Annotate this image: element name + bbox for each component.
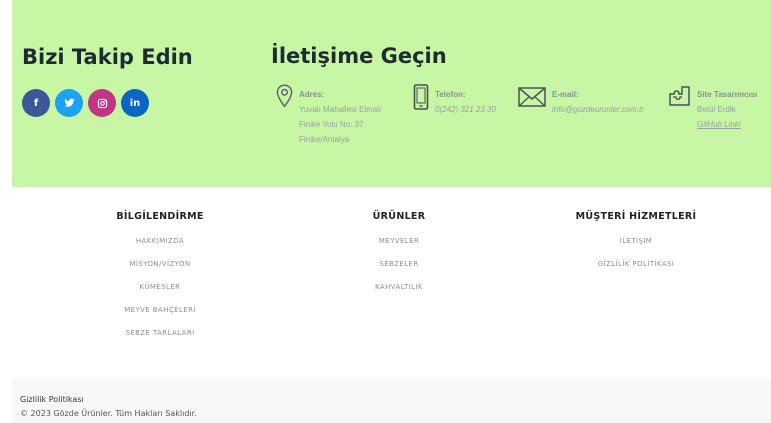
facebook-icon[interactable]: f (22, 89, 50, 117)
address-line: Finike/Antalya (299, 135, 350, 144)
designer-block: Site Tasarımcısı Betül Erdik GitHub Link… (667, 84, 757, 132)
follow-us-title: Bizi Takip Edin (22, 45, 193, 69)
social-links: f in (22, 89, 149, 117)
email-address[interactable]: info@gozdeurunler.com.tr (552, 102, 644, 117)
email-block: E-mail: info@gozdeurunler.com.tr (518, 84, 644, 117)
footer-link[interactable]: SEBZE TARLALARI (105, 328, 215, 351)
phone-block: Telefon: 0(242) 321 23 30 (413, 84, 496, 117)
footer-link[interactable]: MEYVELER (344, 236, 454, 259)
address-block: Adres: Yuvalı Mahallesi Elmalı Finike Yo… (276, 84, 381, 147)
privacy-link[interactable]: Gizlilik Politikası (20, 395, 84, 404)
column-heading: ÜRÜNLER (372, 211, 426, 222)
envelope-icon (518, 87, 546, 117)
twitter-icon[interactable] (55, 89, 83, 117)
designer-label: Site Tasarımcısı (697, 90, 758, 99)
footer-link[interactable]: MEYVE BAHÇELERİ (105, 305, 215, 328)
phone-number[interactable]: 0(242) 321 23 30 (435, 102, 496, 117)
footer-link[interactable]: İLETİŞİM (566, 236, 706, 259)
email-label: E-mail: (552, 90, 579, 99)
linkedin-icon[interactable]: in (121, 89, 149, 117)
footer-link[interactable]: HAKKIMIZDA (105, 236, 215, 259)
puzzle-icon (667, 84, 691, 132)
location-pin-icon (276, 84, 293, 147)
footer-link[interactable]: KÜMESLER (105, 282, 215, 305)
phone-icon (413, 84, 429, 117)
column-heading: BİLGİLENDİRME (116, 211, 204, 222)
customer-service-column: MÜŞTERİ HİZMETLERİ İLETİŞİM GİZLİLİK POL… (566, 211, 706, 282)
address-label: Adres: (299, 90, 325, 99)
address-line: Yuvalı Mahallesi Elmalı (299, 105, 382, 114)
info-column: BİLGİLENDİRME HAKKIMIZDA MİSYON/VİZYON K… (105, 211, 215, 351)
copyright-text: © 2023 Gözde Ürünler. Tüm Hakları Saklıd… (20, 409, 197, 418)
column-heading: MÜŞTERİ HİZMETLERİ (575, 211, 697, 222)
contact-title: İletişime Geçin (271, 44, 447, 68)
address-line: Finike Yolu No: 37 (299, 120, 364, 129)
instagram-icon[interactable] (88, 89, 116, 117)
designer-name: Betül Erdik (697, 105, 736, 114)
github-link[interactable]: GitHub Linki (697, 117, 757, 132)
products-column: ÜRÜNLER MEYVELER SEBZELER KAHVALTILIK (344, 211, 454, 305)
footer-link[interactable]: GİZLİLİK POLİTİKASI (566, 259, 706, 282)
footer-link[interactable]: SEBZELER (344, 259, 454, 282)
phone-label: Telefon: (435, 90, 466, 99)
footer-link[interactable]: KAHVALTILIK (344, 282, 454, 305)
footer-link[interactable]: MİSYON/VİZYON (105, 259, 215, 282)
